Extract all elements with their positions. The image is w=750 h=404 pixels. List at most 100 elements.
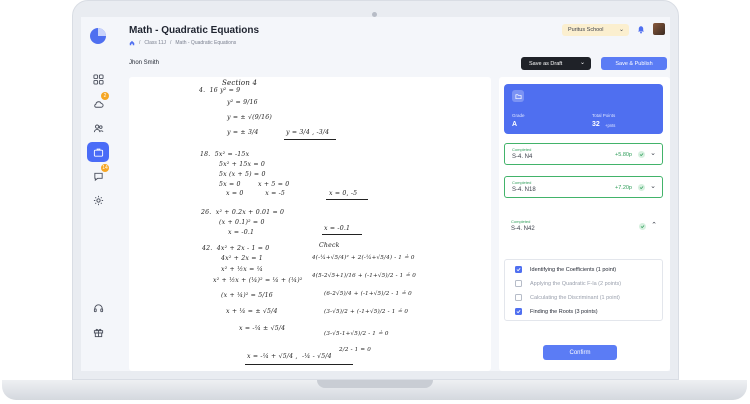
sidebar-item-settings[interactable]	[87, 190, 109, 210]
briefcase-icon	[93, 148, 103, 157]
save-publish-button[interactable]: Save & Publish	[601, 57, 667, 70]
check-line: 2/2 - 1 = 0	[339, 347, 372, 353]
grade-card: Grade A Total Points 32 +pnts	[504, 84, 663, 134]
check-circle-icon	[639, 223, 646, 230]
sidebar: 2 14	[81, 17, 116, 371]
worksheet-line: 18. 5x² = -15x	[200, 151, 250, 158]
grid-icon	[92, 73, 104, 85]
checkbox-unchecked[interactable]	[515, 280, 522, 287]
worksheet-line: y² = 9/16	[227, 99, 258, 106]
question-status: Completed	[511, 219, 531, 224]
chevron-down-icon: ⌄	[618, 27, 624, 33]
checkbox-unchecked[interactable]	[515, 294, 522, 301]
folder-icon	[512, 90, 524, 102]
worksheet-line: x = -¼ ± √5/4	[239, 325, 286, 332]
sidebar-item-cloud[interactable]: 2	[87, 92, 109, 114]
worksheet-line: 5x (x + 5) = 0	[219, 171, 266, 178]
school-select[interactable]: Puritus School ⌄	[562, 24, 629, 36]
question-score: +5.80p	[615, 152, 632, 158]
student-name: Jhon Smith	[129, 60, 160, 66]
chat-icon	[93, 172, 103, 181]
breadcrumb-page: Math - Quadratic Equations	[175, 40, 237, 46]
worksheet-answer: x = -0.1	[324, 225, 351, 232]
question-card-expanded[interactable]: Completed S-4. N42 ⌃	[504, 216, 663, 238]
sidebar-item-dashboard[interactable]	[87, 69, 109, 89]
check-circle-icon	[638, 184, 645, 191]
sidebar-item-rewards[interactable]	[87, 322, 109, 342]
worksheet-line: (x + 0.1)² = 0	[219, 219, 265, 226]
question-name: S-4. N18	[512, 187, 536, 193]
worksheet-line: 5x = 0 x + 5 = 0	[219, 181, 290, 188]
home-icon[interactable]	[129, 40, 135, 46]
answer-underline	[322, 234, 362, 235]
worksheet-line: x = -¼ + √5/4 , -¼ - √5/4	[247, 353, 332, 360]
criterion-item[interactable]: Applying the Quadratic F-la (2 points)	[515, 280, 621, 287]
sidebar-item-support[interactable]	[87, 298, 109, 318]
gift-icon	[93, 328, 103, 337]
chevron-down-icon: ⌄	[579, 60, 585, 66]
avatar[interactable]	[653, 23, 665, 35]
checkbox-checked[interactable]	[515, 266, 522, 273]
grade-value: A	[512, 121, 518, 128]
gear-icon	[93, 195, 103, 205]
question-card[interactable]: Completed S-4. N4 +5.80p ⌄	[504, 143, 663, 165]
headset-icon	[93, 303, 103, 312]
breadcrumb-separator: /	[169, 40, 172, 46]
worksheet-section: Section 4	[222, 79, 258, 87]
worksheet-line: 5x² + 15x = 0	[219, 161, 266, 168]
page-title: Math - Quadratic Equations	[129, 25, 260, 36]
total-points-label: Total Points	[592, 113, 616, 118]
worksheet-line: 4. 16 y² = 9	[199, 87, 241, 94]
sidebar-item-messages[interactable]: 14	[87, 164, 109, 186]
checkbox-checked[interactable]	[515, 308, 522, 315]
confirm-button[interactable]: Confirm	[543, 345, 617, 360]
cloud-icon	[93, 100, 104, 108]
worksheet-line: x² + ½x + (¼)² = ¼ + (¼)²	[213, 277, 303, 284]
worksheet-line: x² + ½x = ¼	[221, 266, 263, 273]
sidebar-item-users[interactable]	[87, 118, 109, 138]
worksheet-line: x = -0.1	[228, 229, 255, 236]
question-card[interactable]: Completed S-4. N18 +7.20p ⌄	[504, 176, 663, 198]
messages-badge: 14	[101, 164, 109, 172]
check-line: 4(5-2√5+1)/16 + (-1+√5)/2 - 1 ≟ 0	[312, 273, 417, 279]
answer-underline	[284, 139, 336, 140]
worksheet-line: x + ¼ = ± √5/4	[226, 308, 278, 315]
laptop-notch	[317, 380, 433, 388]
criterion-label: Identifying the Coefficients (1 point)	[530, 266, 617, 273]
question-score: +7.20p	[615, 185, 632, 191]
worksheet-line: (x + ¼)² = 5/16	[221, 292, 273, 299]
criterion-item[interactable]: Calculating the Discriminant (1 point)	[515, 294, 620, 301]
chevron-up-icon[interactable]: ⌃	[651, 221, 657, 229]
answer-underline	[245, 364, 353, 365]
worksheet-line: 42. 4x² + 2x - 1 = 0	[202, 245, 270, 252]
save-draft-button[interactable]: Save as Draft ⌄	[521, 57, 591, 70]
breadcrumb-separator: /	[139, 40, 141, 46]
cloud-badge: 2	[101, 92, 109, 100]
worksheet-image: Section 4 4. 16 y² = 9 y² = 9/16 y = ± √…	[129, 77, 491, 371]
criterion-label: Finding the Roots (3 points)	[530, 308, 598, 315]
criterion-item[interactable]: Finding the Roots (3 points)	[515, 308, 598, 315]
save-draft-label: Save as Draft	[529, 60, 563, 67]
worksheet-line: x = 0 x = -5	[226, 190, 286, 197]
worksheet-answer: x = 0, -5	[329, 190, 358, 197]
total-points-value: 32	[592, 121, 600, 128]
worksheet-answer: y = 3/4 , -3/4	[286, 129, 330, 136]
criterion-item[interactable]: Identifying the Coefficients (1 point)	[515, 266, 616, 273]
answer-underline	[326, 199, 368, 200]
worksheet-line: 26. x² + 0.2x + 0.01 = 0	[201, 209, 285, 216]
total-points-unit: +pnts	[605, 123, 616, 128]
criterion-label: Applying the Quadratic F-la (2 points)	[530, 280, 622, 287]
worksheet-line: 4x² + 2x = 1	[221, 255, 263, 262]
bell-icon[interactable]	[637, 25, 645, 34]
worksheet-line: y = ± 3/4	[227, 129, 259, 136]
worksheet-line: y = ± √(9/16)	[227, 114, 273, 121]
app-logo	[90, 28, 106, 44]
question-status: Completed	[512, 147, 532, 152]
users-icon	[93, 124, 103, 132]
sidebar-item-assignments[interactable]	[87, 142, 109, 162]
breadcrumb-class[interactable]: Class 11J	[144, 40, 166, 46]
chevron-down-icon[interactable]: ⌄	[650, 182, 656, 190]
chevron-down-icon[interactable]: ⌄	[650, 149, 656, 157]
app-screen: 2 14 Math - Quadratic Equations / Class …	[81, 17, 670, 371]
check-label: Check	[319, 242, 340, 249]
